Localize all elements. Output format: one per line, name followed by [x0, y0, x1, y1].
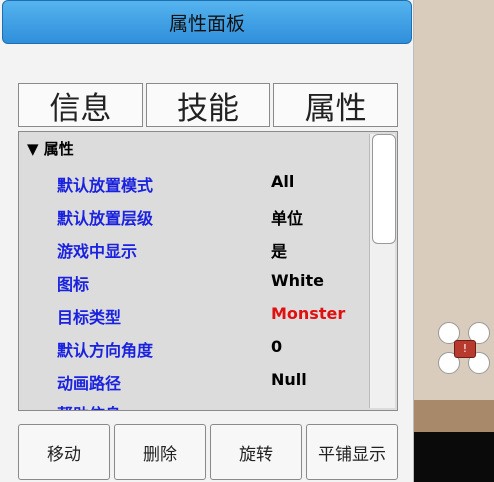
tab-info[interactable]: 信息: [18, 83, 143, 127]
property-value: White: [271, 271, 325, 290]
scene-ground: [414, 400, 494, 432]
property-row[interactable]: 默认放置模式 All: [19, 168, 369, 198]
property-row[interactable]: 目标类型 Monster: [19, 300, 369, 330]
scrollbar[interactable]: [369, 134, 396, 408]
tab-attributes[interactable]: 属性: [273, 83, 399, 127]
section-header-attributes[interactable]: ▼ 属性: [27, 138, 74, 159]
tile-display-button[interactable]: 平铺显示: [306, 424, 398, 480]
scene-dark-area: [414, 432, 494, 482]
property-value: All: [271, 172, 295, 191]
tab-skills[interactable]: 技能: [145, 83, 271, 127]
property-key: 游戏中显示: [57, 242, 138, 261]
delete-button[interactable]: 删除: [114, 424, 206, 480]
property-row[interactable]: 游戏中显示 是: [19, 234, 369, 264]
property-key: 动画路径: [57, 374, 122, 393]
property-row[interactable]: 帮助信息: [19, 397, 369, 410]
property-value: Null: [271, 370, 307, 389]
property-row[interactable]: 动画路径 Null: [19, 366, 369, 396]
property-key: 目标类型: [57, 308, 122, 327]
move-button[interactable]: 移动: [18, 424, 110, 480]
property-panel: 属性面板 信息 技能 属性 ▼ 属性 默认放置模式 All 默认放置层级 单位 …: [0, 0, 414, 482]
property-key: 图标: [57, 275, 90, 294]
property-key: 默认放置模式: [57, 176, 154, 195]
rotate-button[interactable]: 旋转: [210, 424, 302, 480]
property-list: ▼ 属性 默认放置模式 All 默认放置层级 单位 游戏中显示 是 图标 Whi…: [18, 131, 398, 411]
action-bar: 移动 删除 旋转 平铺显示: [18, 424, 398, 480]
property-value: 是: [271, 242, 288, 261]
property-value: 0: [271, 337, 283, 356]
property-key: 默认方向角度: [57, 341, 154, 360]
property-value: 单位: [271, 209, 304, 228]
property-row[interactable]: 默认方向角度 0: [19, 333, 369, 363]
property-value: Monster: [271, 304, 346, 323]
property-key: 帮助信息: [57, 401, 121, 410]
scrollbar-thumb[interactable]: [372, 134, 396, 244]
monster-icon[interactable]: !: [454, 340, 476, 358]
property-key: 默认放置层级: [57, 209, 154, 228]
panel-title: 属性面板: [2, 0, 412, 44]
tab-bar: 信息 技能 属性: [18, 83, 399, 127]
selected-object[interactable]: !: [436, 320, 492, 376]
property-row[interactable]: 默认放置层级 单位: [19, 201, 369, 231]
property-row[interactable]: 图标 White: [19, 267, 369, 297]
